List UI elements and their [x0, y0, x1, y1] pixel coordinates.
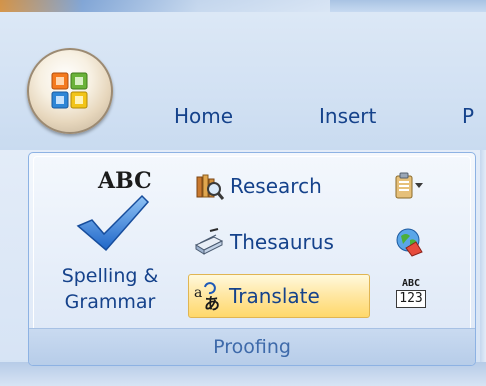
research-label: Research [230, 174, 322, 198]
translate-label: Translate [229, 284, 320, 308]
spelling-grammar-button[interactable]: ABC Spelling & Grammar [38, 160, 182, 322]
thesaurus-label: Thesaurus [230, 230, 334, 254]
svg-text:あ: あ [204, 294, 220, 311]
translate-button[interactable]: a あ Translate [188, 274, 370, 318]
globe-language-icon[interactable] [394, 226, 426, 258]
tab-home[interactable]: Home [174, 104, 233, 128]
research-books-icon [196, 174, 224, 200]
quick-access-toolbar [0, 0, 330, 12]
office-button[interactable] [27, 48, 113, 134]
thesaurus-button[interactable]: Thesaurus [194, 224, 334, 260]
spelling-label-line2: Grammar [64, 291, 156, 313]
word-count-icon-top: ABC [401, 278, 421, 289]
group-separator [480, 150, 486, 386]
tab-page-layout[interactable]: P [462, 104, 474, 128]
translate-icon: a あ [194, 282, 220, 311]
proofing-group-caption: Proofing [29, 328, 475, 365]
tab-insert[interactable]: Insert [319, 104, 376, 128]
office-logo-icon [51, 72, 88, 109]
svg-text:a: a [194, 285, 202, 301]
word-count-icon-bottom: 123 [396, 290, 426, 308]
thesaurus-book-icon [194, 228, 224, 255]
clipboard-dropdown-icon[interactable] [392, 170, 424, 202]
spelling-label-line1: Spelling & [61, 265, 159, 287]
abc-check-icon [76, 194, 150, 252]
word-count-icon[interactable]: ABC 123 [396, 278, 426, 312]
abc-icon-text: ABC [98, 168, 152, 194]
research-button[interactable]: Research [194, 168, 322, 204]
